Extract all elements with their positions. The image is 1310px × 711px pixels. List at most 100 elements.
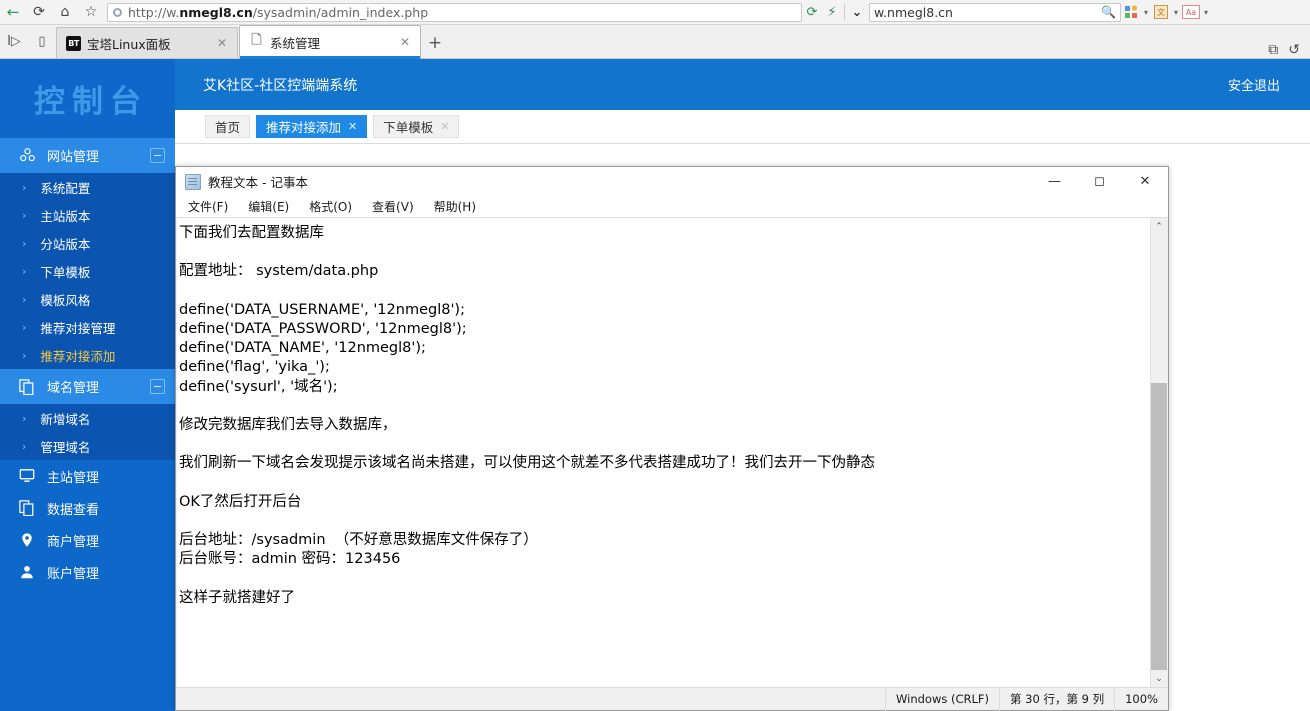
home-icon[interactable]: ⌂	[52, 1, 78, 24]
browser-tab-1-close-icon[interactable]: ✕	[215, 36, 229, 50]
notepad-icon	[185, 173, 201, 190]
restore-tab-icon[interactable]: ↺	[1288, 42, 1300, 58]
browser-tab-2[interactable]: 🗋 系统管理 ✕	[239, 25, 421, 59]
maximize-button[interactable]: ◻	[1077, 167, 1122, 196]
close-button[interactable]: ✕	[1122, 167, 1168, 196]
scroll-up-arrow-icon[interactable]: ⌃	[1151, 218, 1167, 235]
browser-tab-1[interactable]: BT 宝塔Linux面板 ✕	[56, 27, 238, 58]
search-input[interactable]: w.nmegl8.cn 🔍	[869, 2, 1121, 22]
apps-chevron-down-icon[interactable]: ▾	[1141, 8, 1151, 17]
sidebar-item-manage-domain[interactable]: › 管理域名	[0, 432, 175, 460]
sidebar-item-merchant-management[interactable]: 商户管理	[0, 524, 175, 556]
sidebar-item-referral-add[interactable]: › 推荐对接添加	[0, 341, 175, 369]
reload-icon[interactable]: ⟳	[26, 1, 52, 24]
font-chevron-down-icon[interactable]: ▾	[1201, 8, 1211, 17]
sidebar-item-data-view[interactable]: 数据查看	[0, 492, 175, 524]
back-arrow-icon[interactable]: ←	[0, 1, 26, 24]
statusbar-zoom: 100%	[1114, 687, 1168, 711]
menu-view[interactable]: 查看(V)	[369, 197, 417, 216]
monitor-icon	[18, 468, 36, 484]
copy-icon	[18, 500, 36, 516]
sitemap-icon	[18, 147, 36, 164]
notepad-menubar: 文件(F) 编辑(E) 格式(O) 查看(V) 帮助(H)	[176, 196, 1168, 217]
chevron-right-icon: ›	[22, 348, 27, 362]
sidebar-item-add-domain[interactable]: › 新增域名	[0, 404, 175, 432]
app-tab-referral-add-label: 推荐对接添加	[266, 120, 342, 135]
sidebar-item-label: 主站管理	[47, 470, 100, 486]
location-pin-icon	[18, 532, 36, 548]
notepad-window-controls: — ◻ ✕	[1032, 167, 1168, 196]
browser-tabbar: I▷ ▯ BT 宝塔Linux面板 ✕ 🗋 系统管理 ✕ + ⧉ ↺	[0, 25, 1310, 59]
sidebar-item-label: 推荐对接管理	[40, 320, 116, 336]
app-tab-order-template-close-icon[interactable]: ✕	[440, 120, 449, 133]
notepad-titlebar[interactable]: 教程文本 - 记事本 — ◻ ✕	[176, 167, 1168, 196]
sidebar-item-referral-manage[interactable]: › 推荐对接管理	[0, 313, 175, 341]
statusbar-position: 第 30 行，第 9 列	[999, 687, 1114, 711]
sidebar-toggle-icon[interactable]: I▷	[0, 25, 28, 58]
minimize-button[interactable]: —	[1032, 167, 1077, 196]
sidebar-item-main-site-version[interactable]: › 主站版本	[0, 201, 175, 229]
sidebar-item-account-management[interactable]: 账户管理	[0, 556, 175, 588]
console-logo: 控制台	[34, 84, 148, 120]
chevron-right-icon: ›	[22, 439, 27, 453]
notepad-text-content[interactable]: 下面我们去配置数据库 配置地址： system/data.php define(…	[177, 218, 1150, 687]
new-tab-button[interactable]: +	[422, 28, 448, 58]
app-tabstrip: 首页 推荐对接添加 ✕ 下单模板 ✕	[175, 110, 1310, 144]
font-size-icon[interactable]: Aa	[1181, 1, 1201, 24]
sidebar-item-label: 数据查看	[47, 502, 100, 518]
app-tab-order-template-label: 下单模板	[383, 120, 434, 135]
menu-file[interactable]: 文件(F)	[185, 197, 231, 216]
app-tab-referral-add-close-icon[interactable]: ✕	[348, 120, 357, 133]
site-info-icon	[113, 7, 122, 17]
sidebar-item-order-template[interactable]: › 下单模板	[0, 257, 175, 285]
user-icon	[18, 564, 36, 580]
collapse-toggle-icon[interactable]	[150, 148, 165, 163]
scroll-down-arrow-icon[interactable]: ⌄	[1151, 670, 1167, 687]
svg-text:文: 文	[1157, 7, 1165, 17]
chevron-right-icon: ›	[22, 411, 27, 425]
apps-grid-icon[interactable]	[1121, 1, 1141, 24]
chevron-right-icon: ›	[22, 236, 27, 250]
notepad-vertical-scrollbar[interactable]: ⌃ ⌄	[1150, 218, 1167, 687]
chevron-right-icon: ›	[22, 180, 27, 194]
browser-tab-2-close-icon[interactable]: ✕	[398, 35, 412, 49]
sidebar-item-template-style[interactable]: › 模板风格	[0, 285, 175, 313]
sidebar-group-domain-management-label: 域名管理	[47, 381, 100, 396]
search-icon[interactable]: 🔍	[1101, 5, 1116, 19]
sidebar-item-sub-site-version[interactable]: › 分站版本	[0, 229, 175, 257]
sidebar-item-system-config[interactable]: › 系统配置	[0, 173, 175, 201]
browser-tab-2-title: 系统管理	[270, 35, 321, 51]
menu-help[interactable]: 帮助(H)	[431, 197, 479, 216]
sidebar-item-label: 推荐对接添加	[40, 348, 116, 364]
address-bar[interactable]: http://w.nmegl8.cn/sysadmin/admin_index.…	[107, 2, 802, 22]
translate-chevron-down-icon[interactable]: ▾	[1171, 8, 1181, 17]
menu-edit[interactable]: 编辑(E)	[245, 197, 292, 216]
search-engine-chevron-down-icon[interactable]: ⌄	[847, 1, 867, 24]
notepad-window: 教程文本 - 记事本 — ◻ ✕ 文件(F) 编辑(E) 格式(O) 查看(V)…	[175, 166, 1169, 711]
svg-text:Aa: Aa	[1186, 8, 1196, 17]
app-tab-referral-add[interactable]: 推荐对接添加 ✕	[256, 115, 368, 138]
app-header: 艾K社区-社区控端端系统 安全退出	[175, 59, 1310, 110]
scrollbar-thumb[interactable]	[1151, 383, 1167, 670]
address-bar-url: http://w.nmegl8.cn/sysadmin/admin_index.…	[128, 4, 429, 20]
duplicate-tab-icon[interactable]: ⧉	[1268, 42, 1278, 58]
translate-icon[interactable]: 文	[1151, 1, 1171, 24]
app-sidebar: 控制台 网站管理 › 系统配置 › 主站版本 › 分站版本 › 下单模板 › 模板风格 ›…	[0, 59, 175, 711]
app-tab-order-template[interactable]: 下单模板 ✕	[373, 115, 460, 138]
sidebar-item-label: 新增域名	[40, 411, 91, 427]
sidebar-item-label: 商户管理	[47, 534, 100, 550]
statusbar-encoding: Windows (CRLF)	[885, 687, 999, 711]
logout-button[interactable]: 安全退出	[1228, 75, 1280, 94]
sidebar-group-domain-management[interactable]: 域名管理	[0, 369, 175, 404]
menu-format[interactable]: 格式(O)	[306, 197, 355, 216]
sidebar-group-website-management[interactable]: 网站管理	[0, 138, 175, 173]
chevron-right-icon: ›	[22, 264, 27, 278]
collapse-toggle-icon[interactable]	[150, 379, 165, 394]
mobile-view-icon[interactable]: ▯	[28, 25, 56, 58]
app-tab-home[interactable]: 首页	[205, 115, 251, 138]
sync-icon[interactable]: ⟳	[802, 1, 822, 24]
sidebar-item-main-site-management[interactable]: 主站管理	[0, 460, 175, 492]
star-icon[interactable]: ☆	[78, 1, 104, 24]
scrollbar-track[interactable]	[1151, 235, 1167, 670]
lightning-icon[interactable]: ⚡	[822, 1, 842, 24]
